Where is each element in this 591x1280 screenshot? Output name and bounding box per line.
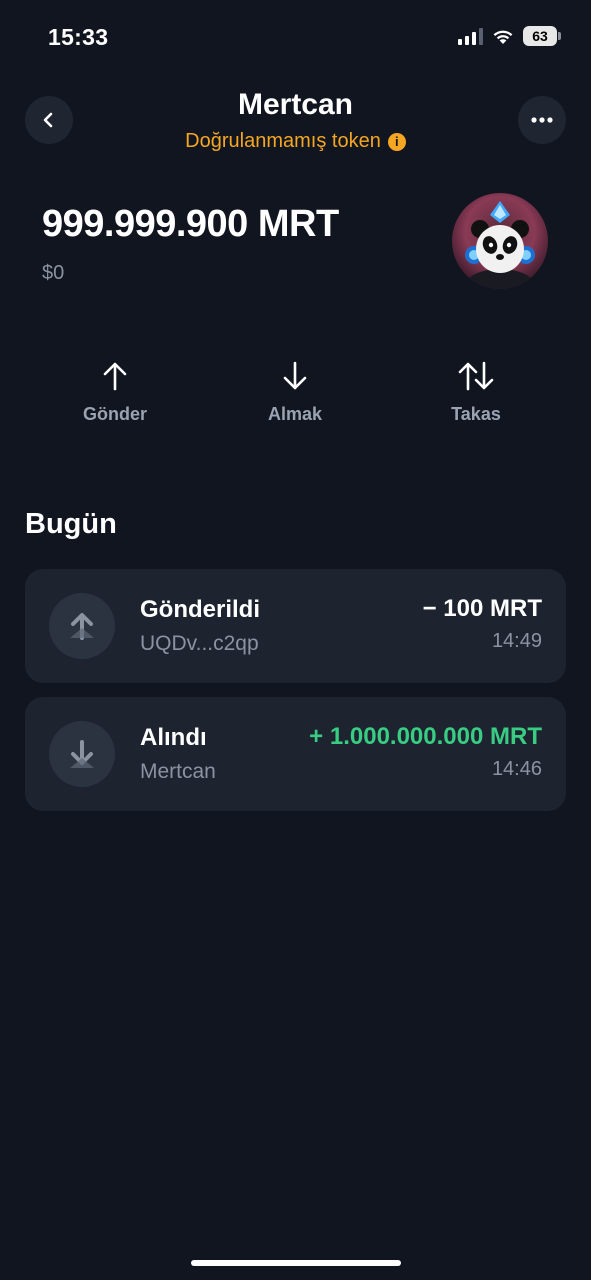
swap-label: Takas <box>451 404 501 424</box>
token-avatar <box>452 193 548 289</box>
swap-button[interactable]: Takas <box>416 360 536 425</box>
status-icons: 63 <box>458 26 561 46</box>
arrow-up-icon <box>103 362 127 391</box>
status-bar: 15:33 63 <box>0 0 591 76</box>
arrow-down-icon <box>283 361 307 390</box>
more-horizontal-icon <box>531 117 553 123</box>
transaction-item[interactable]: Gönderildi UQDv...c2qp − 100 MRT 14:49 <box>25 569 566 683</box>
info-icon: i <box>387 132 406 151</box>
unverified-token-warning[interactable]: Doğrulanmamış token i <box>185 130 406 153</box>
transaction-time: 14:46 <box>491 758 542 780</box>
unverified-token-label: Doğrulanmamış token <box>185 130 381 152</box>
receive-button[interactable]: Almak <box>235 360 355 425</box>
transaction-title: Gönderildi <box>140 596 260 623</box>
wifi-icon <box>493 30 513 44</box>
incoming-transaction-icon <box>49 721 115 787</box>
battery-icon: 63 <box>523 26 561 46</box>
transaction-amount: + 1.000.000.000 MRT <box>309 723 542 750</box>
swap-arrows-icon <box>458 361 494 391</box>
battery-level: 63 <box>523 26 557 46</box>
receive-label: Almak <box>267 404 323 424</box>
fiat-balance: $0 <box>42 262 65 284</box>
send-label: Gönder <box>82 404 147 424</box>
cellular-signal-icon <box>458 27 483 45</box>
history-section-title: Bugün <box>25 508 117 540</box>
token-balance: 999.999.900 MRT <box>42 203 339 245</box>
transaction-item[interactable]: Alındı Mertcan + 1.000.000.000 MRT 14:46 <box>25 697 566 811</box>
page-title: Mertcan <box>237 88 354 121</box>
token-header: Mertcan Doğrulanmamış token i <box>0 88 591 153</box>
panda-token-logo <box>452 193 548 289</box>
transaction-amount: − 100 MRT <box>422 595 542 622</box>
send-button[interactable]: Gönder <box>55 360 175 425</box>
transaction-time: 14:49 <box>491 630 542 652</box>
home-indicator[interactable] <box>191 1260 401 1266</box>
transaction-counterparty: UQDv...c2qp <box>140 632 259 655</box>
transaction-title: Alındı <box>140 724 207 751</box>
transaction-counterparty: Mertcan <box>140 760 216 783</box>
outgoing-transaction-icon <box>49 593 115 659</box>
status-time: 15:33 <box>48 24 109 50</box>
more-button[interactable] <box>518 96 566 144</box>
